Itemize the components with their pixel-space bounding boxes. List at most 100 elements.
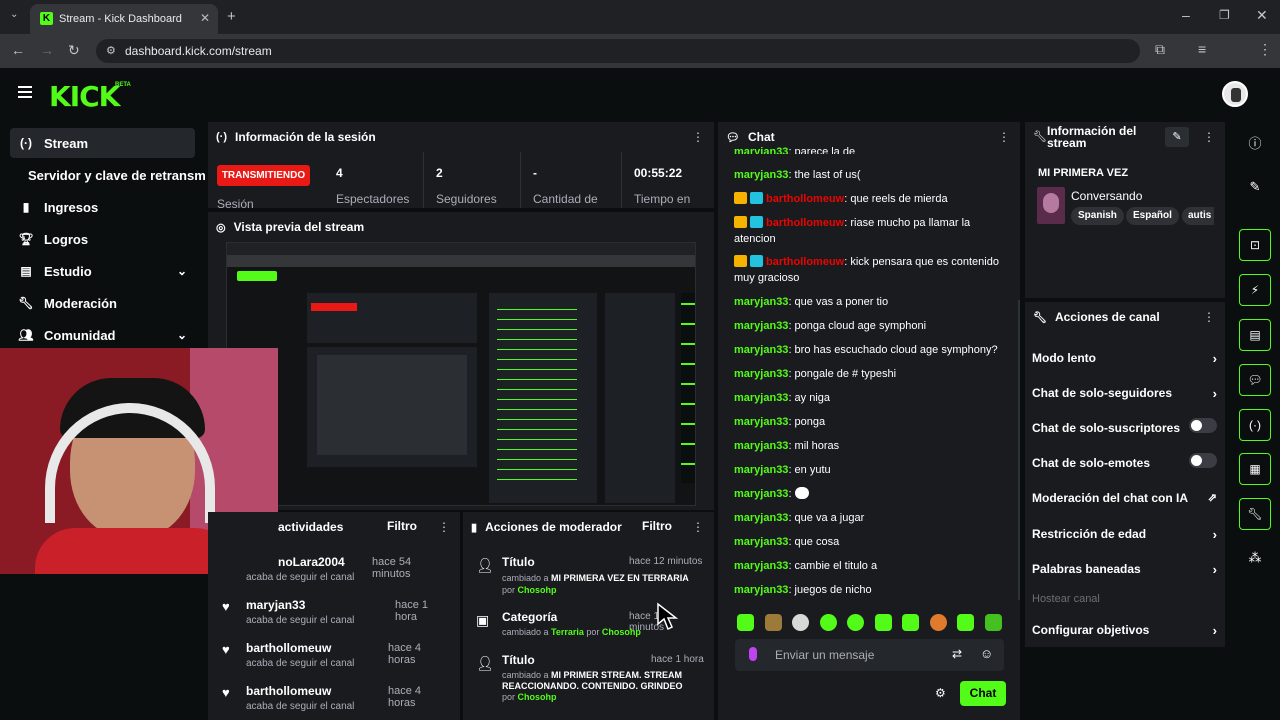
sidebar-item-label: Moderación bbox=[44, 295, 117, 311]
panel-header: ◎ Vista previa del stream bbox=[208, 212, 714, 242]
activity-user[interactable]: noLara2004 bbox=[278, 555, 345, 569]
emotes-only-toggle[interactable] bbox=[1189, 453, 1217, 468]
activity-user[interactable]: barthollomeuw bbox=[246, 684, 331, 698]
more-options-icon[interactable]: ⋮ bbox=[438, 520, 450, 534]
action-set-goals[interactable]: Configurar objetivos › bbox=[1032, 623, 1217, 638]
action-age-restriction[interactable]: Restricción de edad › bbox=[1032, 527, 1217, 542]
panel-title: Información del stream bbox=[1047, 124, 1137, 150]
chat-scrollbar[interactable] bbox=[1018, 300, 1020, 600]
document-icon[interactable]: ▤ bbox=[1239, 319, 1271, 351]
tag-chip[interactable]: autis bbox=[1182, 207, 1214, 225]
user-avatar[interactable] bbox=[1222, 81, 1248, 107]
emote-icon[interactable] bbox=[792, 614, 809, 631]
back-icon[interactable]: ← bbox=[11, 42, 25, 58]
extensions-icon[interactable]: ⧉ bbox=[1155, 41, 1165, 58]
stream-preview-video[interactable] bbox=[226, 242, 696, 506]
beta-label: BETA bbox=[115, 82, 131, 88]
more-options-icon[interactable]: ⋮ bbox=[998, 130, 1010, 144]
sidebar-item-moderacion[interactable]: 🔧︎ Moderación bbox=[10, 288, 195, 318]
chat-message: maryjan33: que vas a poner tio bbox=[734, 296, 889, 308]
translate-icon[interactable]: ⇄ bbox=[952, 647, 962, 661]
emote-icon[interactable] bbox=[875, 614, 892, 631]
action-followers-only[interactable]: Chat de solo-seguidores › bbox=[1032, 386, 1217, 401]
more-options-icon[interactable]: ⋮ bbox=[1203, 310, 1215, 324]
wrench-icon[interactable]: 🔧︎ bbox=[1239, 498, 1271, 530]
clip-icon[interactable]: ⊡ bbox=[1239, 229, 1271, 261]
external-link-icon: ⇗ bbox=[1207, 492, 1217, 504]
edit-pencil-icon[interactable]: ✎ bbox=[1239, 171, 1271, 203]
chart-icon: ▮ bbox=[22, 200, 30, 214]
subscribers-only-toggle[interactable] bbox=[1189, 418, 1217, 433]
sidebar-item-comunidad[interactable]: 👥︎ Comunidad ⌄ bbox=[10, 320, 195, 350]
emote-icon[interactable] bbox=[985, 614, 1002, 631]
browser-menu-icon[interactable]: ⋮ bbox=[1258, 41, 1272, 58]
dashboard-layout-icon[interactable]: ▦ bbox=[1239, 453, 1271, 485]
tag-chip[interactable]: Español bbox=[1126, 207, 1179, 225]
action-emotes-only: Chat de solo-emotes bbox=[1032, 453, 1217, 470]
chat-settings-gear-icon[interactable]: ⚙ bbox=[935, 686, 946, 700]
action-kind: Título bbox=[502, 555, 535, 569]
emote-icon[interactable] bbox=[820, 614, 837, 631]
hamburger-menu-icon[interactable] bbox=[18, 86, 32, 98]
close-tab-icon[interactable]: ✕ bbox=[200, 11, 210, 25]
edit-pencil-icon[interactable]: ✎ bbox=[1165, 127, 1189, 147]
address-bar[interactable]: ⚙ dashboard.kick.com/stream bbox=[96, 39, 1140, 63]
maximize-icon[interactable]: ❐ bbox=[1219, 8, 1230, 22]
activity-time: hace 4 horas bbox=[388, 642, 422, 666]
sidebar-item-logros[interactable]: 🏆︎ Logros bbox=[10, 224, 195, 254]
chat-bubble-icon[interactable]: 💬︎ bbox=[1239, 364, 1271, 396]
chat-message: maryjan33: mil horas bbox=[734, 440, 840, 452]
more-options-icon[interactable]: ⋮ bbox=[692, 130, 704, 144]
activity-user[interactable]: maryjan33 bbox=[246, 598, 305, 612]
reload-icon[interactable]: ↻ bbox=[68, 42, 80, 59]
emoji-icon[interactable]: ☺ bbox=[980, 646, 993, 661]
tag-chip[interactable]: Spanish bbox=[1071, 207, 1124, 225]
sidebar-item-label: Comunidad bbox=[44, 327, 116, 343]
emote-icon[interactable] bbox=[957, 614, 974, 631]
action-slow-mode[interactable]: Modo lento › bbox=[1032, 351, 1217, 366]
filter-button[interactable]: Filtro bbox=[642, 519, 672, 533]
microphone-icon[interactable] bbox=[749, 647, 757, 661]
chevron-right-icon: › bbox=[1212, 623, 1217, 638]
category-name[interactable]: Conversando bbox=[1071, 189, 1142, 203]
new-tab-icon[interactable]: + bbox=[227, 8, 236, 25]
emote-icon[interactable] bbox=[930, 614, 947, 631]
sidebar-item-stream[interactable]: (·) Stream bbox=[10, 128, 195, 158]
minimize-icon[interactable]: – bbox=[1182, 7, 1190, 23]
tab-search-icon[interactable]: ⌄ bbox=[10, 9, 18, 20]
lightning-icon[interactable]: ⚡︎ bbox=[1239, 274, 1271, 306]
action-ai-moderation[interactable]: Moderación del chat con IA ⇗ bbox=[1032, 491, 1217, 505]
send-chat-button[interactable]: Chat bbox=[960, 681, 1006, 706]
forward-icon[interactable]: → bbox=[40, 42, 54, 58]
stat-label: Seguidores bbox=[436, 192, 497, 206]
chat-message: maryjan33: bro has escuchado cloud age s… bbox=[734, 344, 998, 356]
close-window-icon[interactable]: ✕ bbox=[1256, 7, 1268, 24]
more-options-icon[interactable]: ⋮ bbox=[1203, 130, 1215, 144]
media-icon[interactable]: ≡ bbox=[1198, 41, 1206, 57]
site-info-icon[interactable]: ⚙ bbox=[106, 44, 116, 57]
more-options-icon[interactable]: ⋮ bbox=[692, 520, 704, 534]
stat-value: 4 bbox=[336, 166, 343, 180]
emote-icon[interactable] bbox=[902, 614, 919, 631]
broadcast-icon[interactable]: (·) bbox=[1239, 409, 1271, 441]
apps-icon[interactable]: ⁂ bbox=[1239, 542, 1271, 574]
panel-title: Acciones de canal bbox=[1054, 310, 1160, 324]
filter-button[interactable]: Filtro bbox=[387, 519, 417, 533]
sidebar-item-server-key[interactable]: Servidor y clave de retransm bbox=[22, 160, 212, 190]
browser-tab[interactable]: K Stream - Kick Dashboard ✕ bbox=[30, 4, 218, 34]
kick-logo[interactable]: KICK bbox=[49, 80, 120, 113]
sidebar-item-ingresos[interactable]: ▮ Ingresos bbox=[10, 192, 195, 222]
panel-title: Chat bbox=[747, 130, 775, 144]
activity-user[interactable]: barthollomeuw bbox=[246, 641, 331, 655]
sidebar-item-estudio[interactable]: ▤ Estudio ⌄ bbox=[10, 256, 195, 286]
emote-icon[interactable] bbox=[847, 614, 864, 631]
sidebar-item-label: Stream bbox=[44, 135, 89, 151]
chat-input[interactable]: Enviar un mensaje ⇄ ☺ bbox=[735, 639, 1004, 671]
emote-icon[interactable] bbox=[737, 614, 754, 631]
session-label: Sesión bbox=[217, 197, 254, 211]
info-icon[interactable]: ⓘ bbox=[1239, 126, 1271, 158]
sidebar-item-label: Estudio bbox=[44, 263, 92, 279]
action-banned-words[interactable]: Palabras baneadas › bbox=[1032, 562, 1217, 577]
emote-icon[interactable] bbox=[765, 614, 782, 631]
category-thumbnail[interactable] bbox=[1037, 187, 1065, 224]
